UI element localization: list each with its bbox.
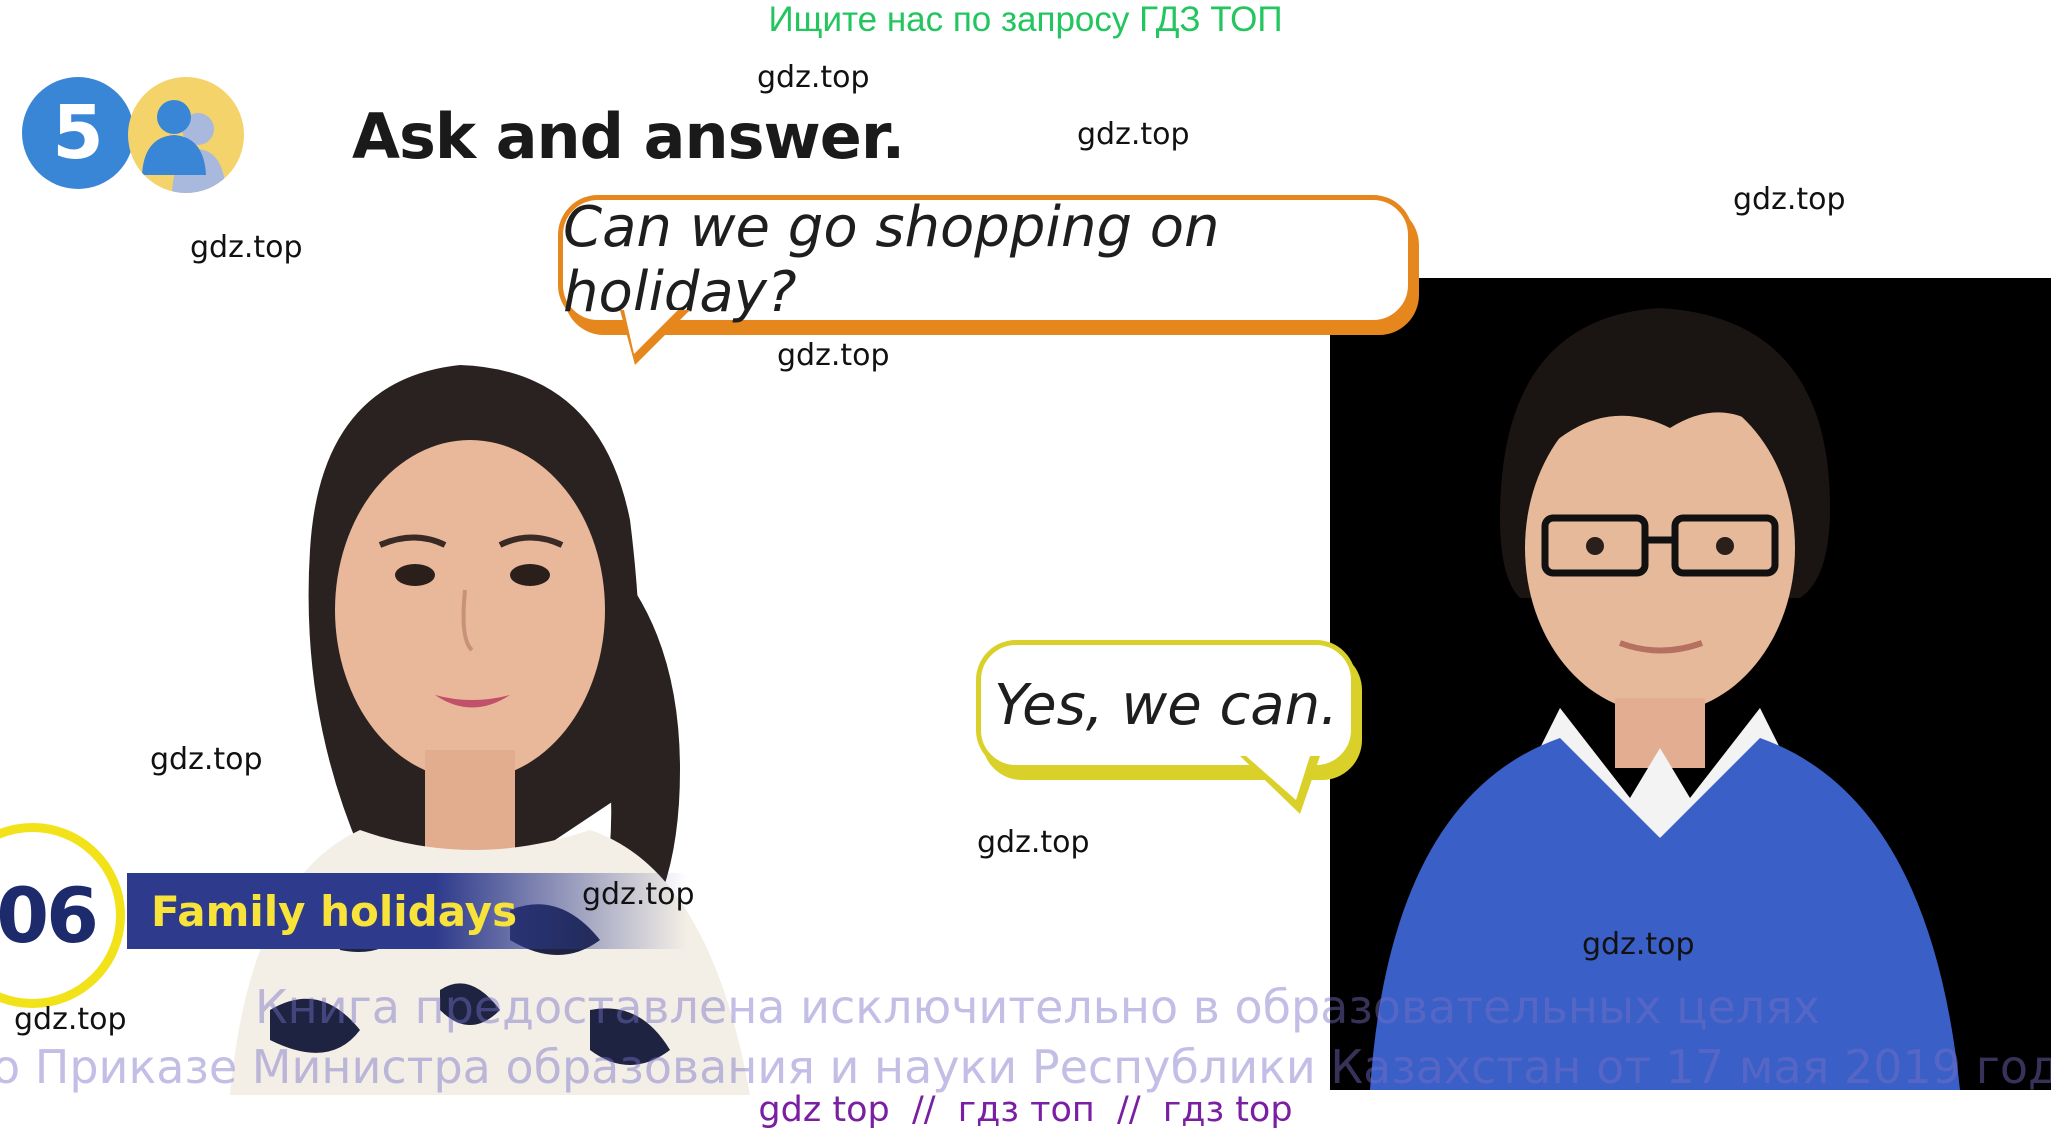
watermark: gdz.top [1733,182,1846,217]
watermark: gdz.top [582,877,695,912]
watermark: gdz.top [1582,927,1695,962]
watermark: gdz.top [150,742,263,777]
exercise-title: Ask and answer. [352,100,905,173]
disclaimer-line-2: о Приказе Министра образования и науки Р… [0,1040,2051,1094]
answer-text: Yes, we can. [994,672,1338,738]
unit-title: Family holidays [151,886,518,936]
search-promo-text: Ищите нас по запросу ГДЗ ТОП [768,0,1283,39]
exercise-number-badge: 5 [22,77,134,189]
question-bubble-tail [620,310,690,365]
page-number: 106 [0,871,99,960]
pair-work-icon [128,77,244,193]
watermark: gdz.top [977,825,1090,860]
boy-photo [1330,278,2051,1095]
answer-speech-bubble: Yes, we can. [976,640,1356,770]
bottom-watermark-line: gdz top // гдз топ // гдз top [758,1090,1293,1130]
disclaimer-line-1: Книга предоставлена исключительно в обра… [255,980,1821,1034]
watermark: gdz.top [1077,117,1190,152]
watermark: gdz.top [190,230,303,265]
page-number-badge: 106 [0,823,125,1008]
watermark: gdz.top [757,60,870,95]
watermark: gdz.top [777,338,890,373]
question-speech-bubble: Can we go shopping on holiday? [558,195,1413,325]
watermark: gdz.top [14,1002,127,1037]
answer-bubble-tail [1240,756,1320,814]
question-text: Can we go shopping on holiday? [563,195,1220,325]
